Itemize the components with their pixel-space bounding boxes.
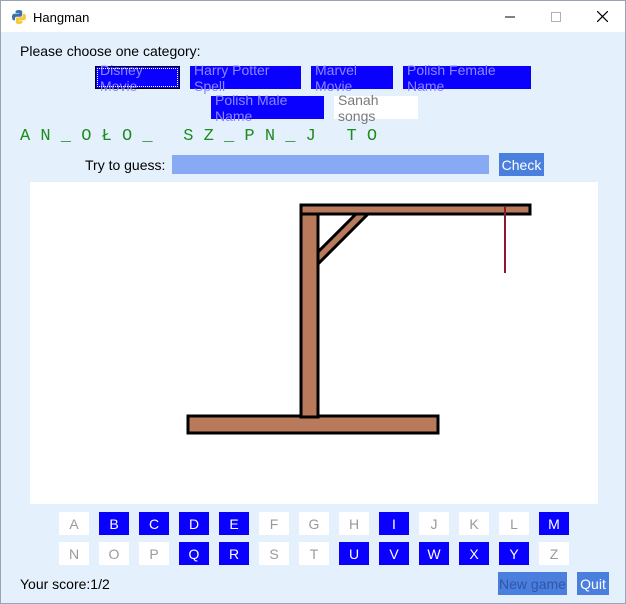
letter-key-t[interactable]: T: [299, 542, 329, 565]
letter-key-s[interactable]: S: [259, 542, 289, 565]
letter-key-g[interactable]: G: [299, 512, 329, 535]
letter-key-v[interactable]: V: [379, 542, 409, 565]
letter-key-w[interactable]: W: [419, 542, 449, 565]
maximize-icon: [551, 11, 561, 22]
letter-key-q[interactable]: Q: [179, 542, 209, 565]
letter-key-x[interactable]: X: [459, 542, 489, 565]
gallows-post: [299, 203, 320, 419]
guess-label: Try to guess:: [85, 157, 166, 173]
category-polish-male-name-button[interactable]: Polish Male Name: [211, 92, 324, 124]
letter-key-j[interactable]: J: [419, 512, 449, 535]
letter-key-y[interactable]: Y: [499, 542, 529, 565]
gallows-brace: [316, 212, 372, 268]
letter-key-c[interactable]: C: [139, 512, 169, 535]
minimize-icon: [505, 16, 515, 17]
quit-button[interactable]: Quit: [577, 572, 609, 595]
gallows-beam: [299, 203, 532, 216]
letter-key-a[interactable]: A: [59, 512, 89, 535]
category-sanah-songs-button[interactable]: Sanah songs: [334, 92, 418, 124]
letter-key-d[interactable]: D: [179, 512, 209, 535]
masked-word: A N _ O Ł O _ S Z _ P N _ J T O: [20, 127, 378, 146]
letter-key-f[interactable]: F: [259, 512, 289, 535]
close-icon: [596, 11, 608, 22]
letter-key-n[interactable]: N: [59, 542, 89, 565]
gallows-canvas: [30, 182, 598, 504]
score-text: Your score:1/2: [20, 576, 110, 592]
letter-key-p[interactable]: P: [139, 542, 169, 565]
letter-key-i[interactable]: I: [379, 512, 409, 535]
letter-key-b[interactable]: B: [99, 512, 129, 535]
check-button[interactable]: Check: [499, 153, 544, 176]
window-title: Hangman: [33, 10, 90, 25]
category-disney-movie-button[interactable]: Disney Movie: [95, 62, 180, 94]
category-polish-female-name-button[interactable]: Polish Female Name: [403, 62, 531, 94]
gallows-drawing: [186, 203, 532, 435]
category-prompt: Please choose one category:: [20, 43, 201, 59]
letter-key-z[interactable]: Z: [539, 542, 569, 565]
python-icon: [12, 10, 26, 24]
category-marvel-movie-button[interactable]: Marvel Movie: [311, 62, 393, 94]
title-bar: Hangman: [1, 1, 625, 32]
letter-key-k[interactable]: K: [459, 512, 489, 535]
letter-key-e[interactable]: E: [219, 512, 249, 535]
minimize-button[interactable]: [487, 1, 533, 32]
guess-input[interactable]: [172, 155, 489, 174]
letter-key-u[interactable]: U: [339, 542, 369, 565]
close-button[interactable]: [579, 1, 625, 32]
letter-key-h[interactable]: H: [339, 512, 369, 535]
gallows-base: [186, 414, 440, 435]
hangman-window: Hangman Please choose one category: Disn…: [0, 0, 626, 604]
category-harry-potter-spell-button[interactable]: Harry Potter Spell: [190, 62, 301, 94]
letter-key-o[interactable]: O: [99, 542, 129, 565]
letter-key-m[interactable]: M: [539, 512, 569, 535]
letter-key-r[interactable]: R: [219, 542, 249, 565]
letter-key-l[interactable]: L: [499, 512, 529, 535]
new-game-button[interactable]: New game: [498, 572, 567, 595]
maximize-button[interactable]: [533, 1, 579, 32]
